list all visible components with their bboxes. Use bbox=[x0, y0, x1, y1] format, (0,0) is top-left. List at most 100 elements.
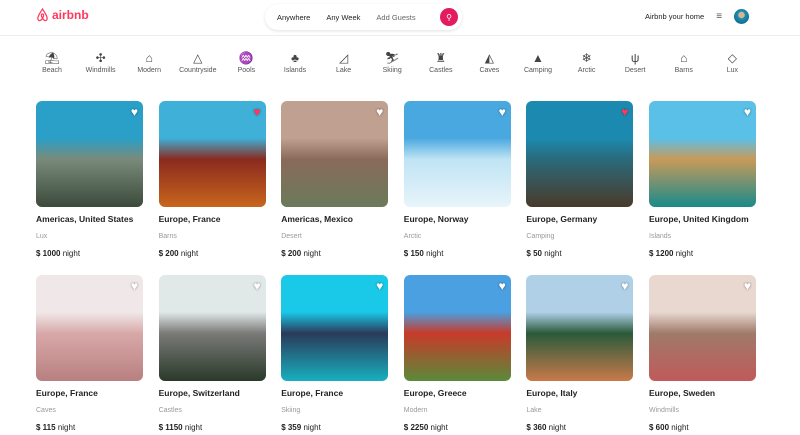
price-unit: night bbox=[671, 423, 689, 432]
price-unit: night bbox=[426, 249, 444, 258]
price-amount: $ 360 bbox=[526, 423, 547, 432]
price-amount: $ 1000 bbox=[36, 249, 61, 258]
listing-photo[interactable]: ♥ bbox=[158, 275, 266, 381]
listing-photo[interactable]: ♥ bbox=[649, 101, 756, 207]
avatar[interactable] bbox=[734, 9, 750, 24]
listing-photo[interactable]: ♥ bbox=[281, 101, 389, 207]
listing-card[interactable]: ♥ Europe, France Skiing $ 359 night bbox=[281, 275, 389, 432]
listing-card[interactable]: ♥ Europe, Germany Camping $ 50 night bbox=[526, 101, 634, 258]
listing-card[interactable]: ♥ Europe, Norway Arctic $ 150 night bbox=[403, 101, 511, 258]
category-label: Lake bbox=[336, 67, 352, 74]
favorite-heart-icon[interactable]: ♥ bbox=[621, 279, 628, 293]
listing-location: Americas, United States bbox=[36, 214, 134, 224]
listing-photo[interactable]: ♥ bbox=[36, 275, 143, 381]
listing-card[interactable]: ♥ Europe, Switzerland Castles $ 1150 nig… bbox=[158, 275, 266, 432]
listing-photo[interactable]: ♥ bbox=[403, 275, 511, 381]
listing-location: Europe, Norway bbox=[403, 214, 469, 224]
listing-price: $ 600 night bbox=[649, 423, 756, 432]
search-button[interactable]: ⚲ bbox=[440, 8, 458, 26]
listing-category: Desert bbox=[281, 233, 302, 240]
listing-price: $ 2250 night bbox=[404, 423, 511, 432]
search-when[interactable]: Any Week bbox=[318, 13, 368, 22]
listing-card[interactable]: ♥ Europe, Greece Modern $ 2250 night bbox=[403, 275, 511, 432]
listing-card[interactable]: ♥ Europe, France Caves $ 115 night bbox=[36, 275, 143, 432]
price-amount: $ 150 bbox=[403, 249, 424, 258]
price-amount: $ 1150 bbox=[158, 423, 183, 432]
listing-category: Arctic bbox=[403, 233, 422, 240]
favorite-heart-icon[interactable]: ♥ bbox=[744, 105, 751, 119]
listing-location: Europe, France bbox=[281, 388, 344, 398]
listing-category: Modern bbox=[403, 407, 428, 414]
listing-card[interactable]: ♥ Europe, France Barns $ 200 night bbox=[158, 101, 266, 258]
listing-photo[interactable]: ♥ bbox=[526, 101, 634, 207]
price-unit: night bbox=[544, 249, 562, 258]
listing-price: $ 150 night bbox=[404, 249, 511, 258]
favorite-heart-icon[interactable]: ♥ bbox=[499, 105, 506, 119]
listing-photo[interactable]: ♥ bbox=[649, 275, 756, 381]
price-unit: night bbox=[303, 423, 321, 432]
category-label: Camping bbox=[523, 67, 552, 74]
favorite-heart-icon[interactable]: ♥ bbox=[499, 279, 506, 293]
listing-price: $ 50 night bbox=[526, 249, 633, 258]
search-where[interactable]: Anywhere bbox=[269, 13, 318, 22]
category-label: Castles bbox=[429, 67, 453, 74]
price-unit: night bbox=[430, 423, 448, 432]
category-label: Islands bbox=[283, 67, 307, 74]
listing-photo[interactable]: ♥ bbox=[158, 101, 266, 207]
listing-category: Lux bbox=[36, 233, 48, 240]
listing-card[interactable]: ♥ Americas, Mexico Desert $ 200 night bbox=[281, 101, 389, 258]
search-bar[interactable]: Anywhere Any Week Add Guests ⚲ bbox=[265, 4, 462, 30]
airbnb-logo[interactable]: airbnb bbox=[36, 8, 89, 22]
category-label: Countryside bbox=[179, 67, 217, 74]
favorite-heart-icon[interactable]: ♥ bbox=[376, 279, 383, 293]
price-amount: $ 200 bbox=[281, 249, 302, 258]
price-amount: $ 2250 bbox=[403, 423, 429, 432]
listing-category: Barns bbox=[158, 233, 177, 240]
listing-location: Europe, Switzerland bbox=[158, 388, 240, 398]
listing-photo[interactable]: ♥ bbox=[526, 275, 634, 381]
listing-card[interactable]: ♥ Europe, United Kingdom Islands $ 1200 … bbox=[649, 101, 756, 258]
price-unit: night bbox=[180, 249, 199, 258]
listing-location: Europe, Italy bbox=[526, 388, 578, 398]
listing-category: Windmills bbox=[649, 407, 679, 414]
favorite-heart-icon[interactable]: ♥ bbox=[376, 105, 383, 119]
listing-price: $ 115 night bbox=[36, 423, 143, 432]
search-guests[interactable]: Add Guests bbox=[368, 13, 423, 22]
category-label: Arctic bbox=[577, 67, 596, 74]
listing-category: Caves bbox=[36, 407, 56, 414]
listing-photo[interactable]: ♥ bbox=[281, 275, 389, 381]
favorite-heart-icon[interactable]: ♥ bbox=[621, 105, 628, 119]
listing-card[interactable]: ♥ Europe, Italy Lake $ 360 night bbox=[526, 275, 634, 432]
search-icon: ⚲ bbox=[446, 12, 452, 22]
category-label: Desert bbox=[624, 67, 646, 74]
listing-category: Islands bbox=[649, 233, 672, 240]
favorite-heart-icon[interactable]: ♥ bbox=[744, 279, 751, 293]
category-lux[interactable]: ◇ Lux bbox=[702, 50, 762, 74]
price-amount: $ 50 bbox=[526, 249, 542, 258]
listing-location: Europe, France bbox=[36, 388, 98, 398]
category-label: Lux bbox=[726, 67, 739, 74]
price-unit: night bbox=[57, 423, 76, 432]
listing-location: Europe, France bbox=[158, 214, 221, 224]
listing-card[interactable]: ♥ Americas, United States Lux $ 1000 nig… bbox=[36, 101, 143, 258]
logo-text: airbnb bbox=[52, 8, 89, 22]
listing-price: $ 359 night bbox=[281, 423, 388, 432]
menu-icon[interactable]: ≡ bbox=[716, 11, 722, 22]
listing-card[interactable]: ♥ Europe, Sweden Windmills $ 600 night bbox=[649, 275, 756, 432]
lux-icon: ◇ bbox=[727, 51, 737, 65]
category-label: Caves bbox=[479, 67, 500, 74]
listing-location: Europe, Germany bbox=[526, 214, 598, 224]
category-label: Modern bbox=[137, 67, 162, 74]
listing-photo[interactable]: ♥ bbox=[36, 101, 143, 207]
favorite-heart-icon[interactable]: ♥ bbox=[131, 105, 138, 119]
listing-photo[interactable]: ♥ bbox=[403, 101, 511, 207]
listing-price: $ 1000 night bbox=[36, 249, 143, 258]
listing-category: Lake bbox=[526, 407, 542, 414]
category-label: Skiing bbox=[382, 67, 402, 74]
price-amount: $ 200 bbox=[158, 249, 179, 258]
favorite-heart-icon[interactable]: ♥ bbox=[253, 279, 260, 293]
favorite-heart-icon[interactable]: ♥ bbox=[253, 105, 260, 119]
host-link[interactable]: Airbnb your home bbox=[645, 12, 704, 21]
favorite-heart-icon[interactable]: ♥ bbox=[131, 279, 138, 293]
category-label: Windmills bbox=[85, 67, 116, 74]
